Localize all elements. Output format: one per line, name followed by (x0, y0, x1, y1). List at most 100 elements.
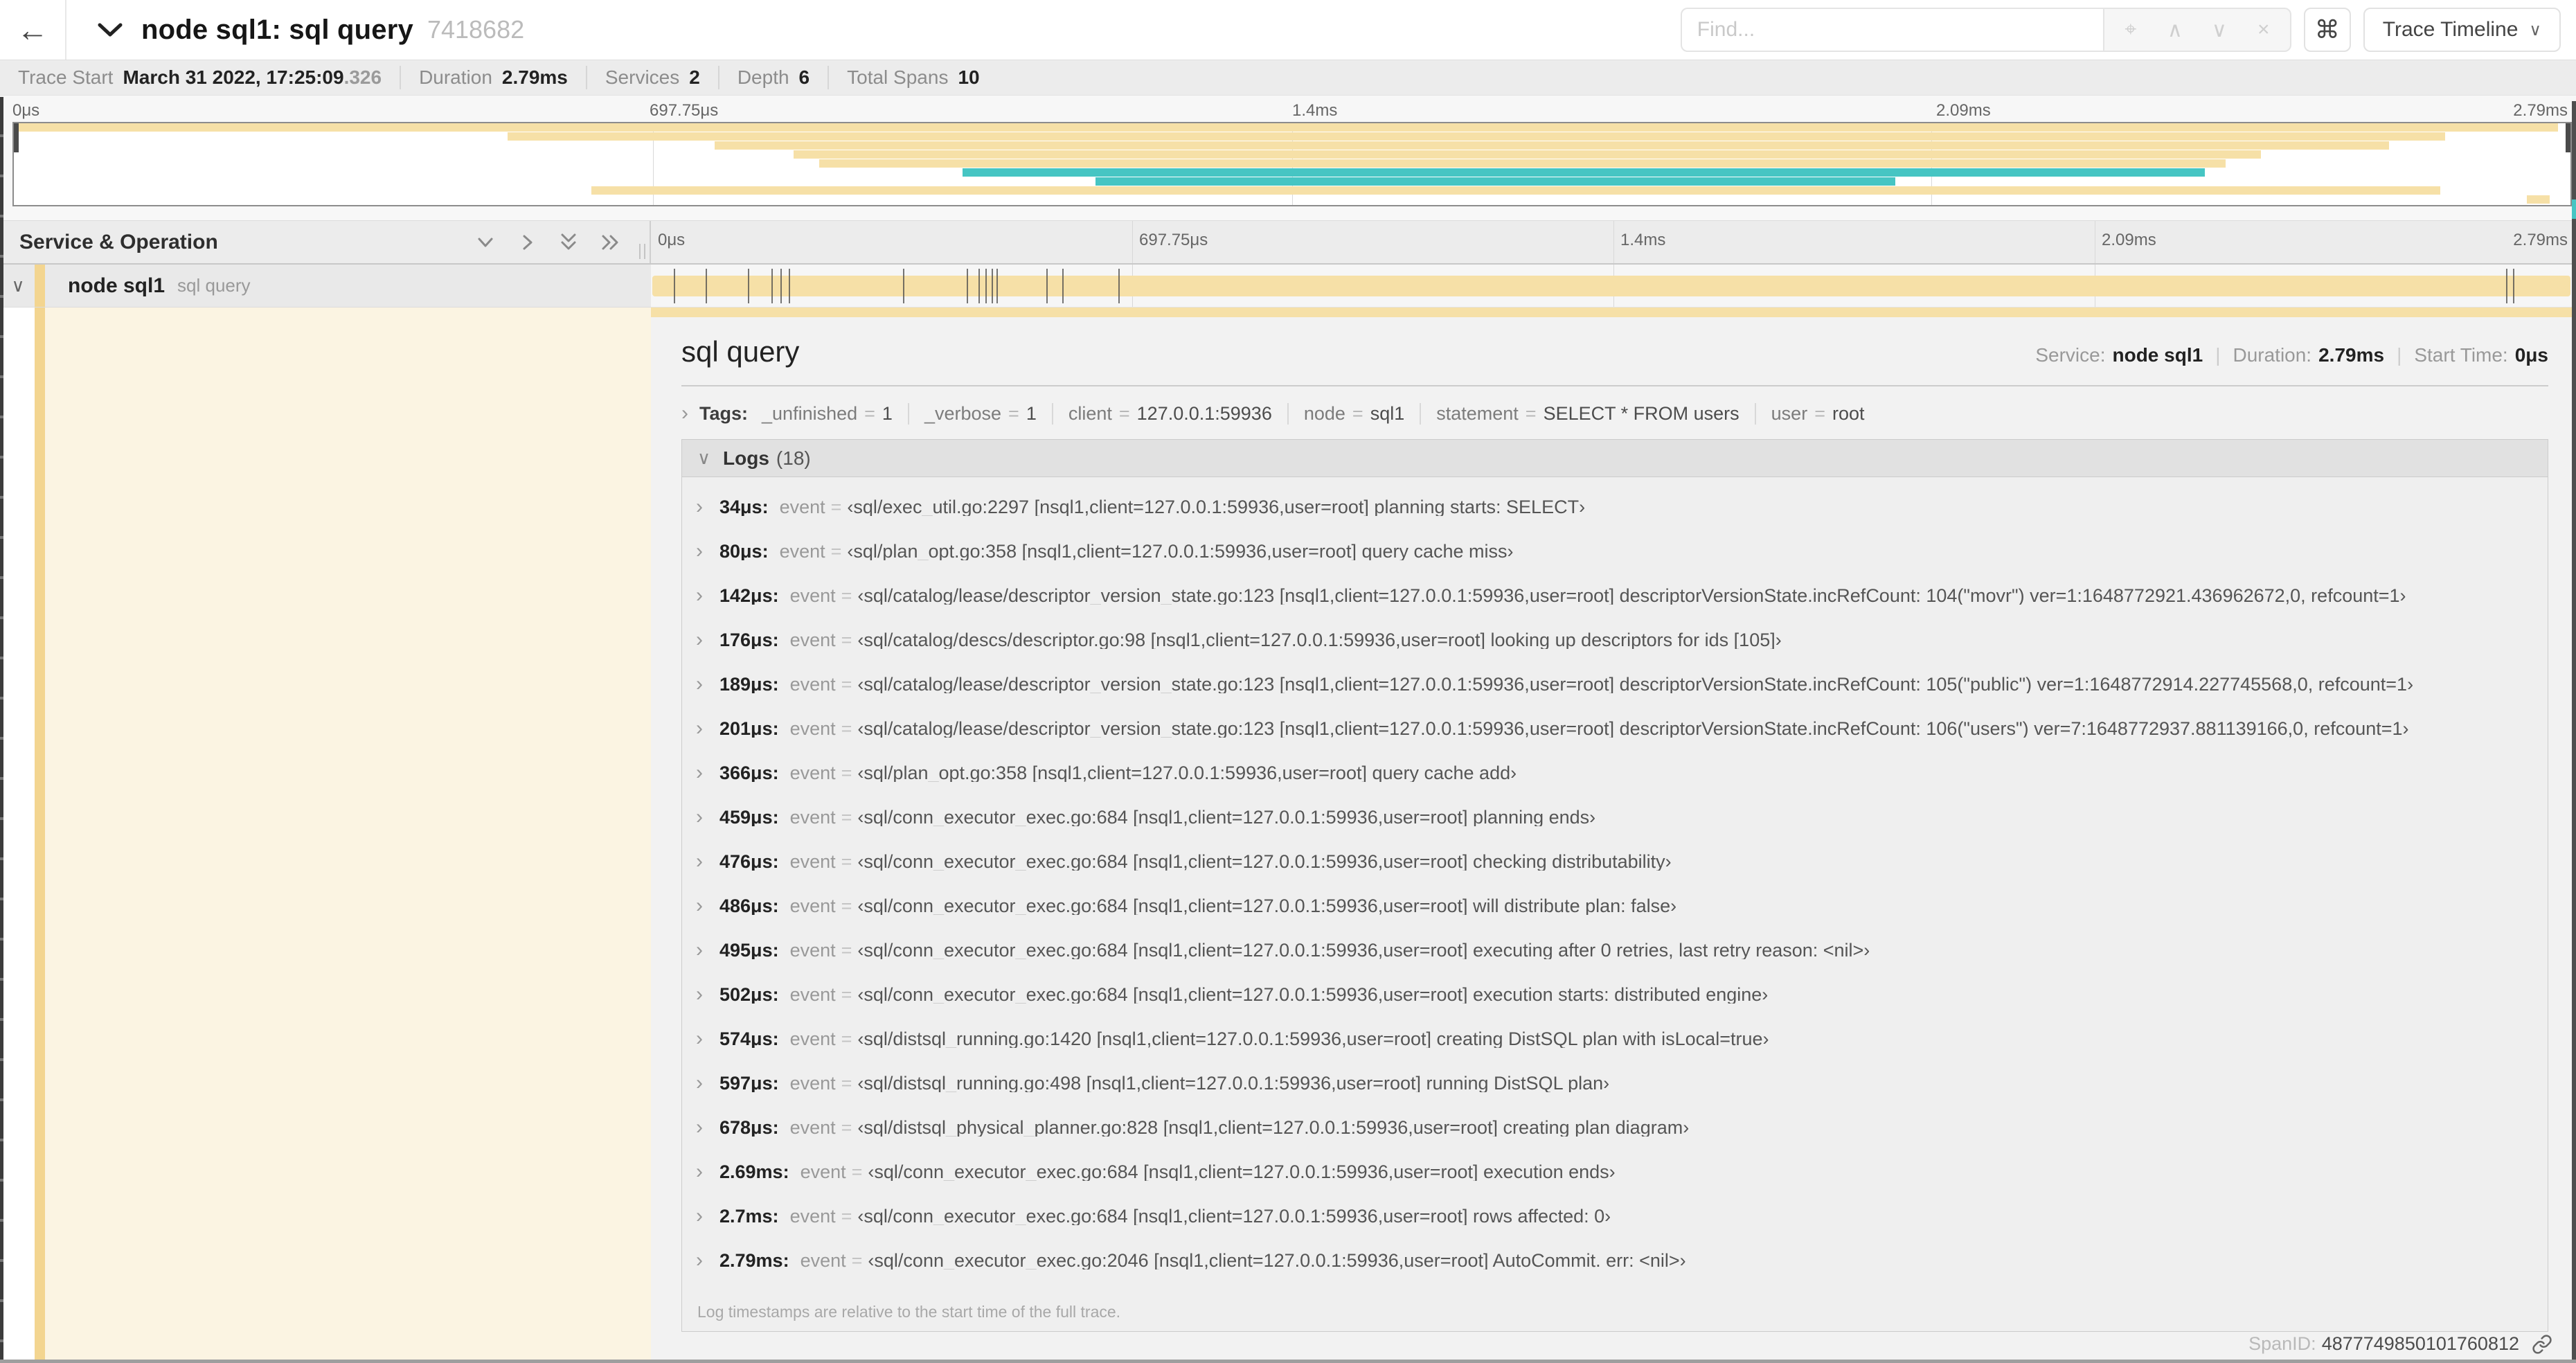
left-scroll-strip[interactable] (0, 97, 3, 1363)
tag-value: SELECT * FROM users (1543, 402, 1739, 424)
minimap-span-bar (591, 186, 2440, 195)
log-row[interactable]: › 574μs: event = ‹sql/distsql_running.go:142… (696, 1027, 2534, 1048)
log-row[interactable]: › 201μs: event = ‹sql/catalog/lease/descript… (696, 717, 2534, 738)
tag-item: _unfinished = 1 (762, 402, 909, 425)
log-row[interactable]: › 80μs: event = ‹sql/plan_opt.go:358 [nsql1,… (696, 540, 2534, 560)
find-tools: ⌖ ∧ ∨ × (2102, 8, 2291, 52)
minimap-right-drag-handle[interactable] (2566, 123, 2570, 152)
logs-footnote: Log timestamps are relative to the start… (697, 1303, 1121, 1321)
tag-item: client = 127.0.0.1:59936 (1053, 402, 1289, 425)
log-timestamp: 502μs: (719, 984, 779, 1004)
chevron-right-icon[interactable]: › (696, 584, 719, 605)
trace-collapse-button[interactable] (97, 22, 123, 37)
service-label: Service: (2035, 344, 2106, 366)
chevron-right-icon[interactable]: › (696, 805, 719, 826)
log-row[interactable]: › 2.7ms: event = ‹sql/conn_executor_exec.go:… (696, 1204, 2534, 1225)
log-timestamp: 201μs: (719, 718, 779, 738)
chevron-right-icon[interactable]: › (696, 1116, 719, 1137)
chevron-right-icon[interactable]: › (696, 495, 719, 516)
span-collapse-icon[interactable]: ∨ (0, 275, 36, 296)
span-name-cell[interactable]: ∨ node sql1 sql query (0, 265, 651, 308)
chevron-right-icon[interactable]: › (696, 1160, 719, 1181)
keyboard-shortcuts-button[interactable]: ⌘ (2303, 8, 2351, 52)
chevron-right-icon[interactable]: › (696, 672, 719, 693)
log-row[interactable]: › 189μs: event = ‹sql/catalog/lease/descript… (696, 672, 2534, 693)
log-marker-tick (2506, 269, 2508, 303)
trace-timeline-dropdown[interactable]: Trace Timeline ∨ (2363, 8, 2561, 52)
chevron-right-icon[interactable]: › (696, 1249, 719, 1270)
log-field-name: event (789, 763, 836, 782)
log-row[interactable]: › 176μs: event = ‹sql/catalog/descs/descript… (696, 628, 2534, 649)
chevron-right-icon[interactable]: › (696, 540, 719, 560)
chevron-right-icon[interactable]: › (696, 983, 719, 1004)
log-field-name: event (789, 674, 836, 693)
equals-sign: = (841, 630, 852, 649)
log-row[interactable]: › 486μs: event = ‹sql/conn_executor_exec.go:… (696, 894, 2534, 915)
find-input[interactable] (1680, 8, 2103, 52)
log-row[interactable]: › 2.79ms: event = ‹sql/conn_executor_exec.go… (696, 1249, 2534, 1270)
axis-tick-label: 0μs (658, 231, 686, 249)
trace-timeline-page: ← node sql1: sql query 7418682 ⌖ ∧ ∨ × (0, 0, 2576, 1363)
chevron-right-icon[interactable]: › (696, 717, 719, 738)
log-row[interactable]: › 476μs: event = ‹sql/conn_executor_exec.go:… (696, 850, 2534, 871)
chevron-right-icon[interactable]: › (696, 894, 719, 915)
span-detail-meta: Service: node sql1 | Duration: 2.79ms | … (2035, 344, 2548, 366)
log-row[interactable]: › 34μs: event = ‹sql/exec_util.go:2297 [nsql… (696, 495, 2534, 516)
minimap-span-bar (794, 150, 2262, 159)
log-field-name: event (800, 1161, 846, 1181)
tags-row[interactable]: › Tags: _unfinished = 1 _verbose = 1 client = 12… (681, 402, 2548, 425)
minimap-left-drag-handle[interactable] (14, 123, 19, 152)
log-row[interactable]: › 678μs: event = ‹sql/distsql_physical_plann… (696, 1116, 2534, 1137)
log-row[interactable]: › 502μs: event = ‹sql/conn_executor_exec.go:… (696, 983, 2534, 1004)
span-color-stripe (35, 265, 45, 307)
chevron-right-icon[interactable]: › (696, 938, 719, 959)
log-row[interactable]: › 142μs: event = ‹sql/catalog/lease/descript… (696, 584, 2534, 605)
link-icon[interactable] (2532, 1334, 2552, 1355)
minimap-canvas[interactable] (12, 122, 2572, 206)
log-row[interactable]: › 366μs: event = ‹sql/plan_opt.go:358 [nsql1… (696, 761, 2534, 782)
chevron-right-icon[interactable]: › (696, 628, 719, 649)
focus-match-icon[interactable]: ⌖ (2111, 10, 2150, 49)
log-row[interactable]: › 2.69ms: event = ‹sql/conn_executor_exec.go… (696, 1160, 2534, 1181)
log-value: ‹sql/conn_executor_exec.go:684 [nsql1,cl… (857, 807, 1596, 826)
axis-gridline (1132, 221, 1133, 263)
detail-header: sql query Service: node sql1 | Duration:… (681, 335, 2548, 368)
log-marker-tick (748, 269, 750, 303)
chevron-right-icon[interactable]: › (681, 402, 688, 425)
chevron-right-icon[interactable]: › (696, 1071, 719, 1092)
logs-header[interactable]: ∨ Logs (18) (682, 440, 2548, 477)
chevron-right-icon[interactable]: › (696, 850, 719, 871)
span-row[interactable]: ∨ node sql1 sql query (0, 265, 2576, 308)
equals-sign: = (851, 1250, 863, 1270)
start-time-label: Start Time: (2414, 344, 2508, 366)
timeline-header: Service & Operation 0μs 697.75μs 1.4ms 2… (0, 220, 2576, 265)
expand-all-icon[interactable] (600, 232, 620, 253)
span-detail-row: sql query Service: node sql1 | Duration:… (0, 308, 2576, 1363)
tags-list: _unfinished = 1 _verbose = 1 client = 127.0.0.1:… (762, 402, 1879, 425)
clear-search-icon[interactable]: × (2244, 10, 2283, 49)
collapse-all-icon[interactable] (558, 232, 579, 253)
expand-one-icon[interactable] (517, 232, 537, 253)
log-timestamp: 189μs: (719, 674, 779, 693)
prev-match-icon[interactable]: ∧ (2156, 10, 2194, 49)
trace-timeline-label: Trace Timeline (2382, 18, 2519, 41)
chevron-right-icon[interactable]: › (696, 1027, 719, 1048)
tag-value: 1 (1026, 402, 1037, 424)
axis-tick-label: 1.4ms (1620, 231, 1666, 249)
collapse-one-icon[interactable] (475, 232, 496, 253)
span-timeline-cell[interactable] (651, 265, 2576, 308)
back-button[interactable]: ← (0, 0, 66, 60)
next-match-icon[interactable]: ∨ (2200, 10, 2239, 49)
log-field-name: event (800, 1250, 846, 1270)
duration-label: Duration (419, 66, 492, 88)
chevron-right-icon[interactable]: › (696, 761, 719, 782)
column-resize-handle[interactable] (639, 244, 645, 259)
log-field-name: event (789, 851, 836, 871)
log-row[interactable]: › 459μs: event = ‹sql/conn_executor_exec.go:… (696, 805, 2534, 826)
span-duration-bar[interactable] (652, 276, 2570, 296)
log-row[interactable]: › 495μs: event = ‹sql/conn_executor_exec.go:… (696, 938, 2534, 959)
span-detail-title: sql query (681, 335, 800, 368)
chevron-right-icon[interactable]: › (696, 1204, 719, 1225)
log-row[interactable]: › 597μs: event = ‹sql/distsql_running.go:498… (696, 1071, 2534, 1092)
right-scroll-strip[interactable] (2572, 101, 2576, 1363)
